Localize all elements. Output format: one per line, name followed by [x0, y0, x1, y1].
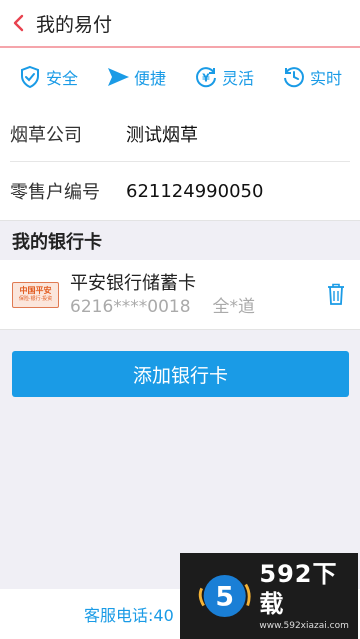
watermark-url: www.592xiazai.com	[259, 621, 349, 631]
bank-card-holder: 全*道	[212, 296, 256, 317]
chevron-left-icon	[13, 14, 24, 32]
feature-flexible: ¥ 灵活	[194, 65, 254, 89]
watermark-title: 592下载	[259, 560, 338, 618]
bank-card-item[interactable]: 中国平安 保险·银行·投资 平安银行储蓄卡 6216****0018 全*道	[0, 260, 360, 330]
hotline-text: 客服电话:40	[84, 606, 174, 625]
feature-convenient: 便捷	[106, 65, 166, 89]
bank-card-subline: 6216****0018 全*道	[70, 296, 255, 318]
company-row: 烟草公司 测试烟草	[10, 106, 350, 162]
feature-safe-label: 安全	[45, 69, 78, 88]
site-watermark: 5 592下载 www.592xiazai.com	[180, 553, 358, 639]
retailer-value: 621124990050	[126, 180, 264, 202]
bank-card-number: 6216****0018	[70, 296, 191, 317]
company-value: 测试烟草	[126, 124, 198, 146]
yen-refresh-icon: ¥	[196, 67, 216, 88]
feature-strip: 安全 便捷 ¥ 灵活 实时	[0, 48, 360, 106]
back-button[interactable]	[0, 0, 36, 46]
top-bar: 我的易付	[0, 0, 360, 48]
company-label: 烟草公司	[10, 124, 82, 146]
svg-text:¥: ¥	[202, 72, 210, 85]
watermark-logo: 5	[198, 574, 251, 618]
add-bank-card-button[interactable]: 添加银行卡	[12, 351, 349, 397]
retailer-label: 零售户编号	[10, 182, 100, 203]
page-title: 我的易付	[36, 13, 113, 36]
bank-card-name: 平安银行储蓄卡	[70, 272, 196, 294]
feature-realtime-label: 实时	[309, 69, 342, 88]
send-arrow-icon	[107, 68, 129, 86]
account-info: 烟草公司 测试烟草 零售户编号 621124990050	[0, 106, 360, 220]
feature-safe: 安全	[18, 65, 78, 89]
clock-refresh-icon	[283, 67, 304, 88]
retailer-row: 零售户编号 621124990050	[10, 162, 350, 220]
pingan-bank-logo: 中国平安 保险·银行·投资	[12, 281, 59, 308]
feature-realtime: 实时	[282, 65, 342, 89]
bank-cards-section-title: 我的银行卡	[0, 220, 360, 260]
bank-card-details: 平安银行储蓄卡 6216****0018 全*道	[70, 272, 255, 318]
svg-text:5: 5	[215, 582, 234, 613]
feature-convenient-label: 便捷	[133, 69, 166, 88]
shield-check-icon	[20, 65, 39, 89]
feature-flexible-label: 灵活	[221, 69, 254, 88]
trash-icon[interactable]	[326, 282, 346, 306]
